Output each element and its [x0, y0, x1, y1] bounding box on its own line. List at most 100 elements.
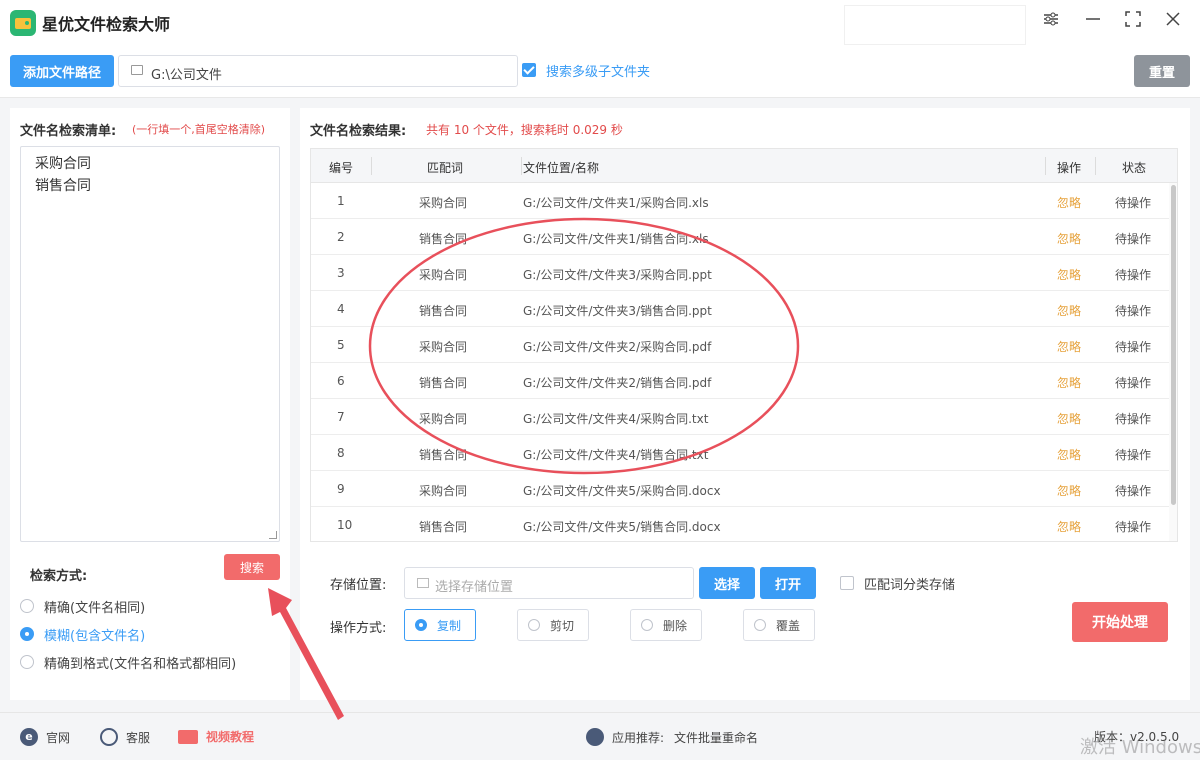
- cell-action[interactable]: 忽略: [1057, 266, 1081, 283]
- cell-action[interactable]: 忽略: [1057, 194, 1081, 211]
- cell-action[interactable]: 忽略: [1057, 230, 1081, 247]
- store-location-label: 存储位置:: [330, 578, 387, 593]
- table-row[interactable]: 5 采购合同 G:/公司文件/文件夹2/采购合同.pdf 忽略 待操作: [311, 327, 1169, 363]
- op-option-copy[interactable]: 复制: [404, 609, 476, 641]
- radio-icon[interactable]: [20, 599, 34, 613]
- close-icon[interactable]: [1160, 10, 1186, 36]
- results-summary: 共有 10 个文件，搜索耗时 0.029 秒: [426, 123, 623, 137]
- store-location-input[interactable]: 选择存储位置: [404, 567, 694, 599]
- table-row[interactable]: 2 销售合同 G:/公司文件/文件夹1/销售合同.xls 忽略 待操作: [311, 219, 1169, 255]
- cell-action[interactable]: 忽略: [1057, 338, 1081, 355]
- keyword-line: 采购合同: [35, 156, 91, 172]
- table-row[interactable]: 10 销售合同 G:/公司文件/文件夹5/销售合同.docx 忽略 待操作: [311, 507, 1169, 541]
- table-row[interactable]: 1 采购合同 G:/公司文件/文件夹1/采购合同.xls 忽略 待操作: [311, 183, 1169, 219]
- radio-icon[interactable]: [641, 619, 653, 631]
- cell-no: 4: [337, 302, 345, 316]
- table-row[interactable]: 8 销售合同 G:/公司文件/文件夹4/销售合同.txt 忽略 待操作: [311, 435, 1169, 471]
- activation-watermark: 激活 Windows: [1080, 737, 1200, 758]
- official-site-label: 官网: [46, 730, 71, 745]
- cell-action[interactable]: 忽略: [1057, 302, 1081, 319]
- cell-keyword: 采购合同: [419, 268, 468, 282]
- col-header-status: 状态: [1122, 161, 1147, 175]
- radio-icon[interactable]: [528, 619, 540, 631]
- cell-no: 3: [337, 266, 345, 280]
- footer-bar: e 官网 客服 视频教程 应用推荐: 文件批量重命名 版本：v2.0.5.0 激…: [0, 712, 1200, 760]
- resize-handle-icon[interactable]: [269, 531, 277, 539]
- cell-action[interactable]: 忽略: [1057, 410, 1081, 427]
- path-value: G:\公司文件: [151, 68, 222, 83]
- customer-service-link[interactable]: 客服: [100, 728, 150, 746]
- table-scroll-thumb[interactable]: [1171, 185, 1176, 505]
- operation-label: 操作方式:: [330, 621, 387, 636]
- customer-service-label: 客服: [126, 730, 151, 745]
- app-logo-icon: [10, 10, 36, 36]
- edge-icon: e: [20, 728, 38, 746]
- cell-path: G:/公司文件/文件夹3/销售合同.ppt: [523, 304, 712, 318]
- mode-option-fuzzy[interactable]: 模糊(包含文件名): [20, 624, 145, 644]
- cell-no: 1: [337, 194, 345, 208]
- toolbar: 添加文件路径 G:\公司文件 搜索多级子文件夹 重置: [0, 46, 1200, 98]
- cell-status: 待操作: [1115, 448, 1152, 462]
- op-option-overwrite[interactable]: 覆盖: [743, 609, 815, 641]
- table-row[interactable]: 3 采购合同 G:/公司文件/文件夹3/采购合同.ppt 忽略 待操作: [311, 255, 1169, 291]
- search-mode-title: 检索方式:: [30, 569, 88, 584]
- cell-path: G:/公司文件/文件夹1/销售合同.xls: [523, 232, 709, 246]
- cell-path: G:/公司文件/文件夹2/采购合同.pdf: [523, 340, 712, 354]
- settings-icon[interactable]: [1038, 10, 1064, 36]
- col-header-no: 编号: [329, 161, 354, 175]
- mode-option-exact-format[interactable]: 精确到格式(文件名和格式都相同): [20, 652, 236, 672]
- choose-button[interactable]: 选择: [699, 567, 755, 599]
- video-icon: [178, 729, 198, 744]
- add-path-button[interactable]: 添加文件路径: [10, 55, 114, 87]
- results-panel: 文件名检索结果: 共有 10 个文件，搜索耗时 0.029 秒 编号 匹配词 文…: [300, 108, 1190, 700]
- link-icon: [586, 728, 604, 746]
- subfolder-checkbox[interactable]: [522, 63, 536, 77]
- cell-keyword: 采购合同: [419, 196, 468, 210]
- minimize-icon[interactable]: [1080, 10, 1106, 36]
- op-option-cut[interactable]: 剪切: [517, 609, 589, 641]
- app-recommend-link[interactable]: 文件批量重命名: [674, 729, 758, 746]
- cell-action[interactable]: 忽略: [1057, 482, 1081, 499]
- cell-keyword: 采购合同: [419, 412, 468, 426]
- chat-icon: [100, 728, 118, 746]
- maximize-icon[interactable]: [1120, 10, 1146, 36]
- cell-action[interactable]: 忽略: [1057, 374, 1081, 391]
- title-bar: 星优文件检索大师: [0, 0, 1200, 46]
- radio-selected-icon[interactable]: [415, 619, 427, 631]
- cell-keyword: 销售合同: [419, 304, 468, 318]
- store-placeholder: 选择存储位置: [435, 580, 514, 595]
- table-row[interactable]: 6 销售合同 G:/公司文件/文件夹2/销售合同.pdf 忽略 待操作: [311, 363, 1169, 399]
- mode-option-label: 精确(文件名相同): [44, 600, 146, 616]
- table-row[interactable]: 9 采购合同 G:/公司文件/文件夹5/采购合同.docx 忽略 待操作: [311, 471, 1169, 507]
- subfolder-label[interactable]: 搜索多级子文件夹: [546, 61, 650, 80]
- mode-option-exact[interactable]: 精确(文件名相同): [20, 596, 145, 616]
- cell-keyword: 采购合同: [419, 484, 468, 498]
- app-recommend-label: 应用推荐:: [612, 730, 665, 745]
- cell-no: 9: [337, 482, 345, 496]
- video-tutorial-link[interactable]: 视频教程: [178, 728, 254, 745]
- mode-option-label: 精确到格式(文件名和格式都相同): [44, 656, 237, 672]
- cell-status: 待操作: [1115, 520, 1152, 534]
- start-process-button[interactable]: 开始处理: [1072, 602, 1168, 642]
- table-row[interactable]: 4 销售合同 G:/公司文件/文件夹3/销售合同.ppt 忽略 待操作: [311, 291, 1169, 327]
- search-button[interactable]: 搜索: [224, 554, 280, 580]
- classify-checkbox[interactable]: [840, 576, 854, 590]
- cell-no: 10: [337, 518, 353, 532]
- cell-keyword: 销售合同: [419, 232, 468, 246]
- radio-icon[interactable]: [20, 655, 34, 669]
- official-site-link[interactable]: e 官网: [20, 728, 70, 746]
- table-row[interactable]: 7 采购合同 G:/公司文件/文件夹4/采购合同.txt 忽略 待操作: [311, 399, 1169, 435]
- radio-selected-icon[interactable]: [20, 627, 34, 641]
- radio-icon[interactable]: [754, 619, 766, 631]
- cell-action[interactable]: 忽略: [1057, 446, 1081, 463]
- cell-status: 待操作: [1115, 196, 1152, 210]
- open-button[interactable]: 打开: [760, 567, 816, 599]
- keyword-textarea[interactable]: 采购合同 销售合同: [20, 146, 280, 542]
- op-option-delete[interactable]: 删除: [630, 609, 702, 641]
- cell-action[interactable]: 忽略: [1057, 518, 1081, 535]
- cell-no: 2: [337, 230, 345, 244]
- op-option-label: 删除: [663, 618, 688, 633]
- path-input[interactable]: G:\公司文件: [118, 55, 518, 87]
- reset-button[interactable]: 重置: [1134, 55, 1190, 87]
- classify-label[interactable]: 匹配词分类存储: [864, 574, 955, 593]
